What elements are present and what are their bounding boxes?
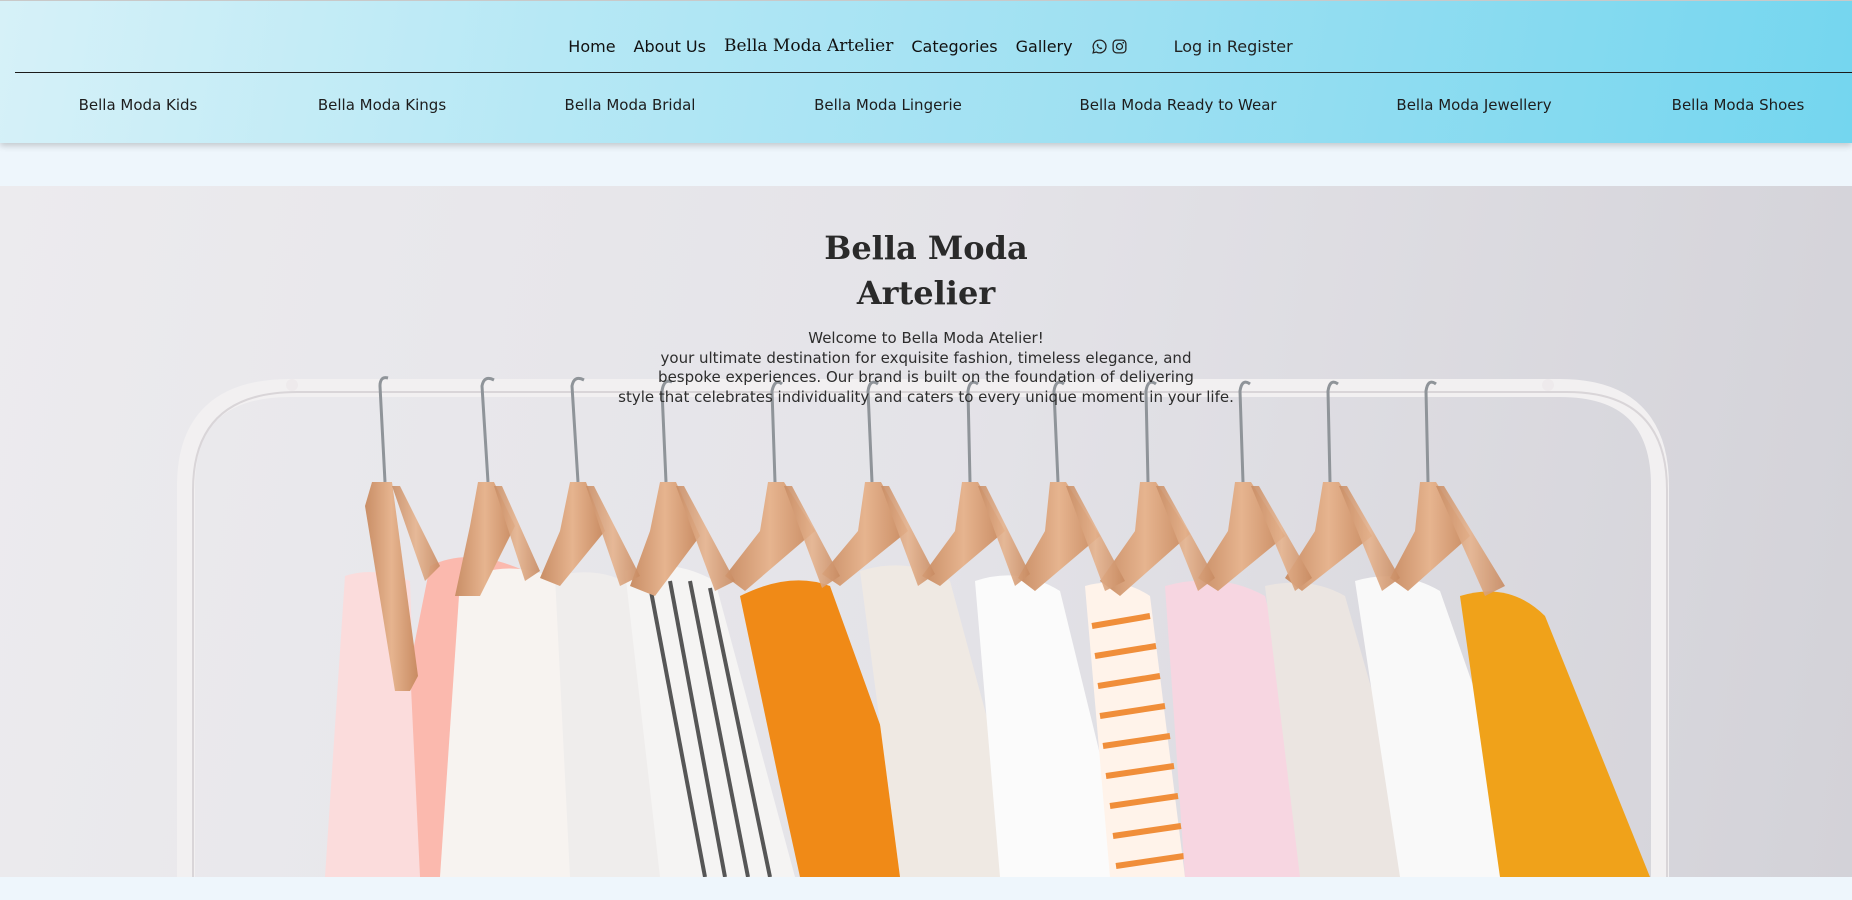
header-divider (15, 72, 1852, 73)
auth-links: Log in Register (1174, 37, 1293, 56)
category-link-bridal[interactable]: Bella Moda Bridal (565, 96, 696, 114)
nav-brand-link[interactable]: Bella Moda Artelier (724, 36, 893, 56)
hero-text-line-3: bespoke experiences. Our brand is built … (658, 368, 1194, 386)
category-navigation: Bella Moda Kids Bella Moda Kings Bella M… (0, 96, 1852, 118)
nav-home-link[interactable]: Home (568, 37, 615, 56)
category-link-shoes[interactable]: Bella Moda Shoes (1672, 96, 1805, 114)
category-link-kings[interactable]: Bella Moda Kings (318, 96, 446, 114)
nav-about-link[interactable]: About Us (634, 37, 706, 56)
register-link[interactable]: Register (1227, 37, 1293, 56)
nav-gallery-link[interactable]: Gallery (1016, 37, 1073, 56)
instagram-icon[interactable] (1111, 38, 1128, 55)
site-header: Home About Us Bella Moda Artelier Catego… (0, 0, 1852, 143)
garments (325, 557, 1650, 877)
hero-title: Bella Moda Artelier (0, 226, 1852, 316)
hero-title-line-2: Artelier (856, 274, 996, 313)
category-link-jewellery[interactable]: Bella Moda Jewellery (1396, 96, 1551, 114)
hero-section: Bella Moda Artelier Welcome to Bella Mod… (0, 186, 1852, 877)
login-link[interactable]: Log in (1174, 37, 1222, 56)
top-navigation: Home About Us Bella Moda Artelier Catego… (0, 34, 1852, 58)
social-links (1091, 38, 1128, 55)
hero-text-line-4: style that celebrates individuality and … (618, 387, 1234, 406)
category-link-kids[interactable]: Bella Moda Kids (79, 96, 198, 114)
whatsapp-icon[interactable] (1091, 38, 1108, 55)
category-link-ready-to-wear[interactable]: Bella Moda Ready to Wear (1079, 96, 1276, 114)
hero-text-line-2: your ultimate destination for exquisite … (660, 348, 1192, 367)
page-footer-band (0, 877, 1852, 900)
hero-text-line-1: Welcome to Bella Moda Atelier! (808, 329, 1044, 347)
nav-categories-link[interactable]: Categories (911, 37, 997, 56)
category-link-lingerie[interactable]: Bella Moda Lingerie (814, 96, 962, 114)
hero-description: Welcome to Bella Moda Atelier! your ulti… (0, 329, 1852, 407)
hero-title-line-1: Bella Moda (824, 229, 1028, 268)
